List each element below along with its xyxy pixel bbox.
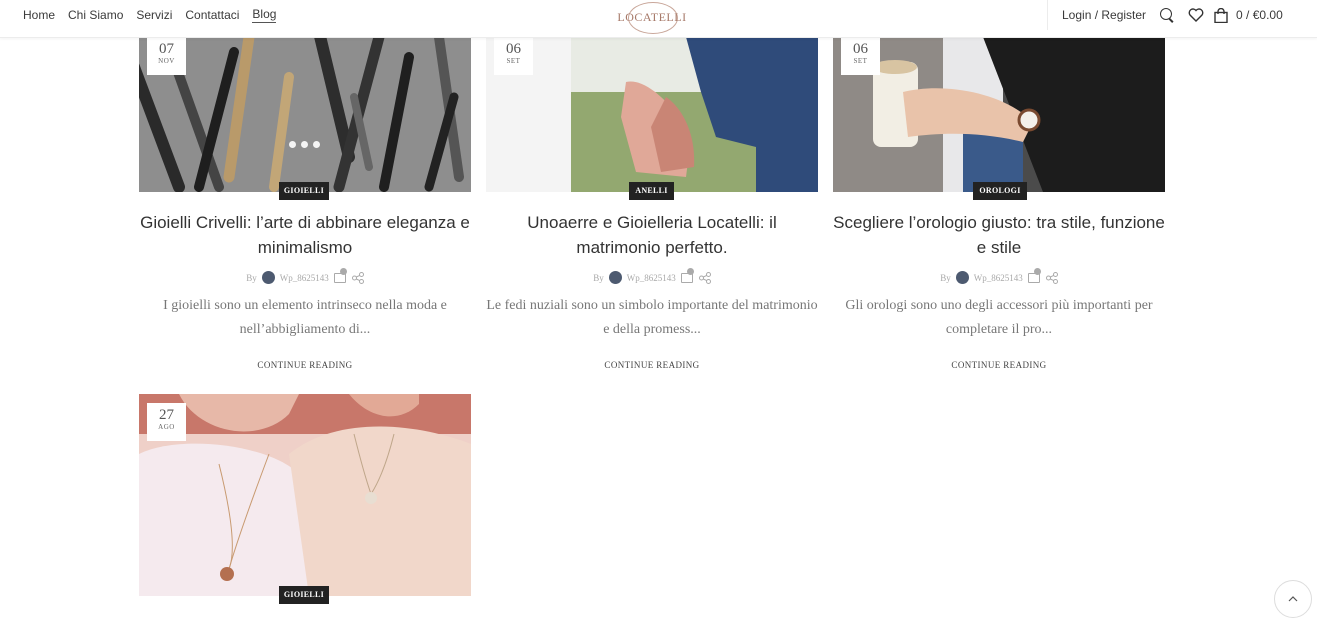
- date-badge: 06 SET: [494, 37, 533, 75]
- post-image[interactable]: [139, 37, 471, 192]
- search-icon[interactable]: [1160, 8, 1174, 23]
- site-logo[interactable]: LOCATELLI: [617, 2, 687, 34]
- comments-icon[interactable]: [1027, 268, 1041, 283]
- date-month: NOV: [158, 57, 175, 65]
- by-label: By: [593, 272, 604, 283]
- post-title[interactable]: Gioielli Crivelli: l’arte di abbinare el…: [139, 210, 471, 260]
- continue-reading-link[interactable]: CONTINUE READING: [833, 360, 1165, 370]
- post-title[interactable]: Unoaerre e Gioielleria Locatelli: il mat…: [486, 210, 818, 260]
- avatar[interactable]: [955, 271, 969, 284]
- avatar[interactable]: [261, 271, 275, 284]
- category-badge[interactable]: GIOIELLI: [279, 586, 329, 604]
- author-name[interactable]: Wp_8625143: [280, 273, 329, 283]
- date-badge: 07 NOV: [147, 37, 186, 75]
- date-month: SET: [853, 57, 868, 65]
- share-icon[interactable]: [1045, 271, 1058, 284]
- comments-icon[interactable]: [333, 268, 347, 283]
- bag-icon[interactable]: [1214, 7, 1228, 23]
- logo-text: LOCATELLI: [617, 10, 687, 24]
- date-day: 07: [159, 41, 174, 57]
- site-header: Home Chi Siamo Servizi Contattaci Blog L…: [0, 0, 1317, 38]
- by-label: By: [246, 272, 257, 283]
- nav-chi-siamo[interactable]: Chi Siamo: [68, 8, 123, 22]
- main-nav: Home Chi Siamo Servizi Contattaci Blog: [23, 0, 289, 30]
- continue-reading-link[interactable]: CONTINUE READING: [486, 360, 818, 370]
- post-image[interactable]: [833, 37, 1165, 192]
- author-name[interactable]: Wp_8625143: [627, 273, 676, 283]
- date-day: 06: [853, 41, 868, 57]
- post-meta: By Wp_8625143: [139, 268, 471, 284]
- post-meta: By Wp_8625143: [486, 268, 818, 284]
- category-badge[interactable]: GIOIELLI: [279, 182, 329, 200]
- post-meta: By Wp_8625143: [833, 268, 1165, 284]
- scroll-to-top-button[interactable]: [1274, 580, 1312, 618]
- avatar[interactable]: [608, 271, 622, 284]
- date-badge: 06 SET: [841, 37, 880, 75]
- nav-home[interactable]: Home: [23, 8, 55, 22]
- comments-icon[interactable]: [680, 268, 694, 283]
- share-icon[interactable]: [351, 271, 364, 284]
- post-excerpt: Le fedi nuziali sono un simbolo importan…: [486, 298, 818, 337]
- category-badge[interactable]: ANELLI: [629, 182, 674, 200]
- date-day: 27: [159, 407, 174, 423]
- post-title[interactable]: Scegliere l’orologio giusto: tra stile, …: [833, 210, 1165, 260]
- post-excerpt: I gioielli sono un elemento intrinseco n…: [163, 298, 447, 337]
- login-register-link[interactable]: Login / Register: [1062, 8, 1146, 22]
- carousel-dots[interactable]: [289, 141, 320, 148]
- share-icon[interactable]: [698, 271, 711, 284]
- category-badge[interactable]: OROLOGI: [973, 182, 1027, 200]
- post-excerpt: Gli orologi sono uno degli accessori più…: [845, 298, 1153, 337]
- date-month: SET: [506, 57, 521, 65]
- nav-servizi[interactable]: Servizi: [136, 8, 172, 22]
- date-badge: 27 AGO: [147, 403, 186, 441]
- by-label: By: [940, 272, 951, 283]
- nav-blog[interactable]: Blog: [252, 7, 277, 23]
- cart-total[interactable]: 0 / €0.00: [1236, 8, 1283, 22]
- post-image[interactable]: [486, 37, 818, 192]
- header-actions: Login / Register 0 / €0.00: [1047, 0, 1283, 30]
- date-month: AGO: [158, 423, 175, 431]
- date-day: 06: [506, 41, 521, 57]
- post-image[interactable]: [139, 394, 471, 596]
- continue-reading-link[interactable]: CONTINUE READING: [139, 360, 471, 370]
- author-name[interactable]: Wp_8625143: [974, 273, 1023, 283]
- heart-icon[interactable]: [1188, 8, 1204, 22]
- chevron-up-icon: [1288, 596, 1298, 602]
- nav-contattaci[interactable]: Contattaci: [185, 8, 239, 22]
